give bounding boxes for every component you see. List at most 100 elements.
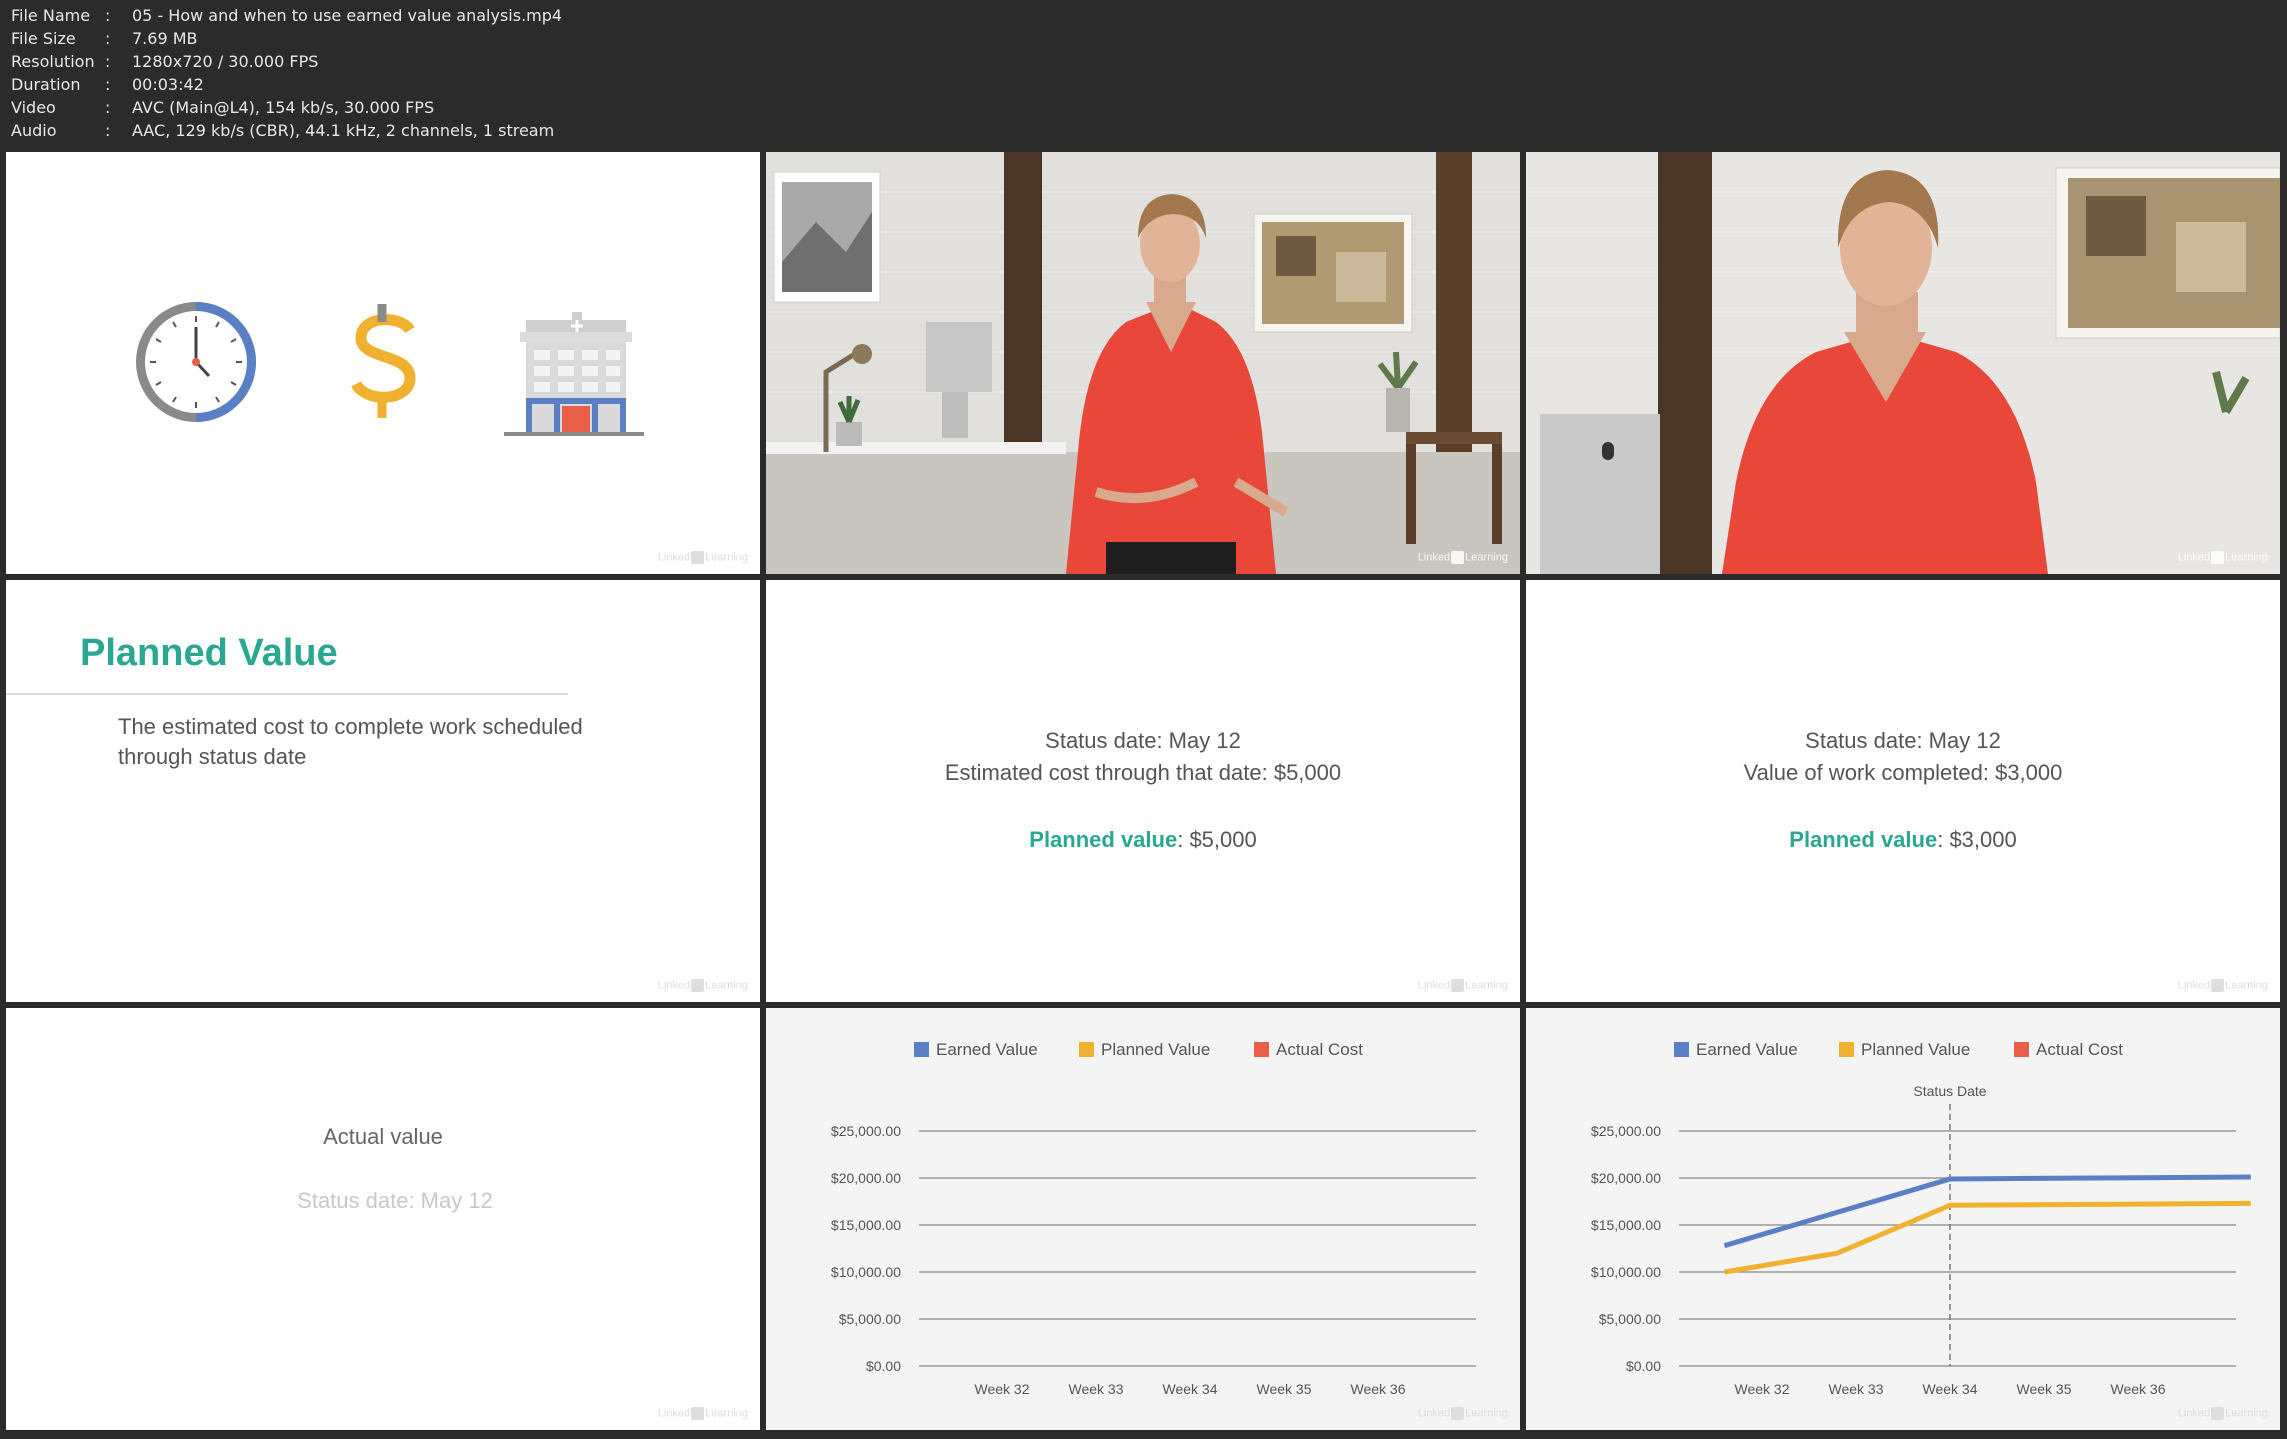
- linkedin-learning-watermark: Linked Learning: [1417, 1407, 1508, 1420]
- building-icon: [504, 312, 644, 436]
- file-info-row: Resolution: 1280x720 / 30.000 FPS: [11, 50, 318, 73]
- planned-value-label: Planned value: [1029, 827, 1178, 852]
- status-date-annotation: Status Date: [1913, 1083, 1986, 1099]
- thumb-presenter-wide: Linked Learning: [766, 152, 1520, 574]
- x-tick-label: Week 32: [975, 1381, 1030, 1397]
- file-info-key: Audio: [11, 121, 57, 140]
- x-tick-label: Week 33: [1069, 1381, 1124, 1397]
- legend-label: Actual Cost: [1276, 1040, 1363, 1059]
- file-info-key: Resolution: [11, 52, 95, 71]
- file-info-row: File Size: 7.69 MB: [11, 27, 198, 50]
- legend-label: Planned Value: [1861, 1040, 1970, 1059]
- dollar-icon: [351, 304, 416, 418]
- planned-value-line: Planned value: $5,000: [766, 827, 1520, 853]
- file-info-separator: :: [105, 121, 111, 140]
- presenter-close-frame: [1526, 152, 2280, 574]
- file-info-row: Audio: AAC, 129 kb/s (CBR), 44.1 kHz, 2 c…: [11, 119, 554, 142]
- file-info-value: 7.69 MB: [132, 29, 198, 48]
- file-info-value: AAC, 129 kb/s (CBR), 44.1 kHz, 2 channel…: [132, 121, 555, 140]
- estimate-line: Estimated cost through that date: $5,000: [944, 760, 1342, 785]
- y-tick-label: $10,000.00: [1591, 1264, 1661, 1280]
- file-info-separator: :: [105, 29, 111, 48]
- title-divider: [6, 693, 568, 695]
- legend-swatch: [914, 1042, 929, 1057]
- file-info-key: Video: [11, 98, 56, 117]
- y-tick-label: $0.00: [1626, 1358, 1661, 1374]
- linkedin-learning-watermark: Linked Learning: [657, 551, 748, 564]
- series-line-planned-value: [1723, 1200, 2251, 1275]
- y-tick-label: $20,000.00: [1591, 1170, 1661, 1186]
- legend-swatch: [1674, 1042, 1689, 1057]
- file-info-row: File Name: 05 - How and when to use earne…: [11, 4, 562, 27]
- file-info-value: 1280x720 / 30.000 FPS: [132, 52, 319, 71]
- y-tick-label: $15,000.00: [831, 1217, 901, 1233]
- y-tick-label: $5,000.00: [839, 1311, 901, 1327]
- file-info-separator: :: [105, 75, 111, 94]
- presenter-wide-frame: [766, 152, 1520, 574]
- actual-value-heading: Actual value: [323, 1124, 443, 1149]
- legend-label: Earned Value: [1696, 1040, 1798, 1059]
- icons-slide: [136, 302, 644, 436]
- legend-label: Actual Cost: [2036, 1040, 2123, 1059]
- status-line: Status date: May 12: [1805, 728, 2001, 753]
- thumb-planned-value-definition: Planned Value The estimated cost to comp…: [6, 580, 760, 1002]
- ev-chart-empty: Earned Value Planned Value Actual Cost $0.0…: [831, 1040, 1476, 1397]
- file-info-value: AVC (Main@L4), 154 kb/s, 30.000 FPS: [132, 98, 435, 117]
- linkedin-learning-watermark: Linked Learning: [657, 1407, 748, 1420]
- body-line-2: through status date: [118, 744, 307, 769]
- file-info-value: 00:03:42: [132, 75, 204, 94]
- file-info-row: Duration: 00:03:42: [11, 73, 204, 96]
- linkedin-learning-watermark: Linked Learning: [2177, 979, 2268, 992]
- x-tick-label: Week 34: [1923, 1381, 1978, 1397]
- x-tick-label: Week 36: [2111, 1381, 2166, 1397]
- x-tick-label: Week 35: [2017, 1381, 2072, 1397]
- slide-body: The estimated cost to complete work sche…: [118, 712, 638, 772]
- x-tick-label: Week 33: [1829, 1381, 1884, 1397]
- y-tick-label: $25,000.00: [1591, 1123, 1661, 1139]
- x-tick-label: Week 34: [1163, 1381, 1218, 1397]
- planned-value-amount: : $5,000: [1177, 827, 1257, 852]
- status-line: Status date: May 12: [1045, 728, 1241, 753]
- x-tick-label: Week 36: [1351, 1381, 1406, 1397]
- planned-value-line: Planned value: $3,000: [1526, 827, 2280, 853]
- thumb-chart-empty: Earned Value Planned Value Actual Cost $0.0…: [766, 1008, 1520, 1430]
- y-tick-label: $15,000.00: [1591, 1217, 1661, 1233]
- status-date-line: Status date: May 12: [297, 1188, 493, 1213]
- y-tick-label: $20,000.00: [831, 1170, 901, 1186]
- file-info-key: File Size: [11, 29, 76, 48]
- thumb-icons: Linked Learning: [6, 152, 760, 574]
- x-tick-label: Week 35: [1257, 1381, 1312, 1397]
- file-info-key: Duration: [11, 75, 81, 94]
- legend-label: Planned Value: [1101, 1040, 1210, 1059]
- thumb-presenter-close: Linked Learning: [1526, 152, 2280, 574]
- linkedin-learning-watermark: Linked Learning: [2177, 1407, 2268, 1420]
- thumb-status-example-1: Status date: May 12 Estimated cost throu…: [766, 580, 1520, 1002]
- planned-value-label: Planned value: [1789, 827, 1938, 852]
- file-info-header: File Name: 05 - How and when to use earne…: [0, 0, 2287, 150]
- thumb-actual-value: Actual value Status date: May 12 Linked L…: [6, 1008, 760, 1430]
- work-value-line: Value of work completed: $3,000: [1743, 760, 2063, 785]
- file-info-separator: :: [105, 98, 111, 117]
- linkedin-learning-watermark: Linked Learning: [1417, 979, 1508, 992]
- y-tick-label: $25,000.00: [831, 1123, 901, 1139]
- file-info-row: Video: AVC (Main@L4), 154 kb/s, 30.000 FP…: [11, 96, 434, 119]
- series-line-earned-value: [1723, 1174, 2251, 1249]
- legend-swatch: [1839, 1042, 1854, 1057]
- file-info-separator: :: [105, 6, 111, 25]
- y-tick-label: $10,000.00: [831, 1264, 901, 1280]
- legend-swatch: [1254, 1042, 1269, 1057]
- planned-value-amount: : $3,000: [1937, 827, 2017, 852]
- linkedin-learning-watermark: Linked Learning: [1417, 551, 1508, 564]
- file-info-separator: :: [105, 52, 111, 71]
- clock-icon: [136, 302, 256, 422]
- body-line-1: The estimated cost to complete work sche…: [118, 714, 583, 739]
- linkedin-learning-watermark: Linked Learning: [2177, 551, 2268, 564]
- file-info-value: 05 - How and when to use earned value an…: [132, 6, 563, 25]
- legend-label: Earned Value: [936, 1040, 1038, 1059]
- slide-title: Planned Value: [80, 632, 338, 674]
- thumb-status-example-2: Status date: May 12 Value of work comple…: [1526, 580, 2280, 1002]
- y-tick-label: $5,000.00: [1599, 1311, 1661, 1327]
- thumb-chart-filled: Earned Value Planned Value Actual Cost $0.0…: [1526, 1008, 2280, 1430]
- ev-chart-filled: Earned Value Planned Value Actual Cost $0.0…: [1591, 1040, 2251, 1397]
- file-info-key: File Name: [11, 6, 91, 25]
